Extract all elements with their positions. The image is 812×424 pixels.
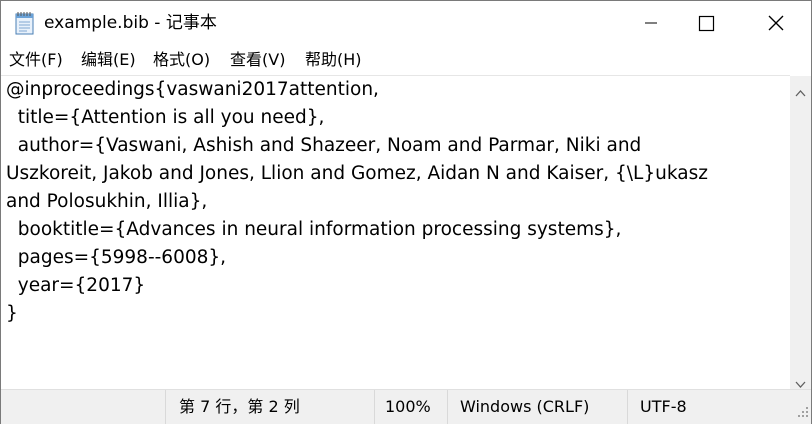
notepad-icon — [14, 11, 36, 35]
vertical-scrollbar[interactable] — [790, 76, 811, 389]
minimize-button[interactable] — [629, 1, 674, 45]
editor-content[interactable]: @inproceedings{vaswani2017attention, tit… — [1, 76, 790, 328]
menu-bar: 文件(F) 编辑(E) 格式(O) 查看(V) 帮助(H) — [1, 45, 811, 75]
menu-file[interactable]: 文件(F) — [9, 49, 63, 71]
menu-view[interactable]: 查看(V) — [230, 49, 285, 71]
menu-edit[interactable]: 编辑(E) — [81, 49, 136, 71]
status-separator — [374, 390, 375, 424]
resize-grip-icon[interactable] — [797, 403, 809, 422]
close-button[interactable] — [753, 1, 798, 45]
status-line-ending: Windows (CRLF) — [460, 397, 590, 416]
status-separator — [165, 390, 166, 424]
status-encoding: UTF-8 — [640, 397, 687, 416]
menu-help[interactable]: 帮助(H) — [305, 49, 362, 71]
maximize-button[interactable] — [683, 1, 728, 45]
status-separator — [627, 390, 628, 424]
status-separator — [447, 390, 448, 424]
maximize-icon — [698, 15, 715, 32]
close-icon — [768, 15, 784, 31]
status-zoom: 100% — [385, 397, 431, 416]
window-title: example.bib - 记事本 — [44, 13, 217, 33]
status-cursor-position: 第 7 行，第 2 列 — [179, 397, 300, 416]
notepad-window: example.bib - 记事本 文件(F) 编辑(E) 格式(O) 查看(V… — [0, 0, 812, 424]
text-editor[interactable]: @inproceedings{vaswani2017attention, tit… — [1, 75, 790, 390]
minimize-icon — [645, 22, 657, 24]
title-bar[interactable]: example.bib - 记事本 — [1, 1, 811, 45]
menu-format[interactable]: 格式(O) — [153, 49, 210, 71]
scroll-up-arrow-icon[interactable] — [795, 82, 806, 101]
status-bar: 第 7 行，第 2 列 100% Windows (CRLF) UTF-8 — [1, 389, 811, 424]
